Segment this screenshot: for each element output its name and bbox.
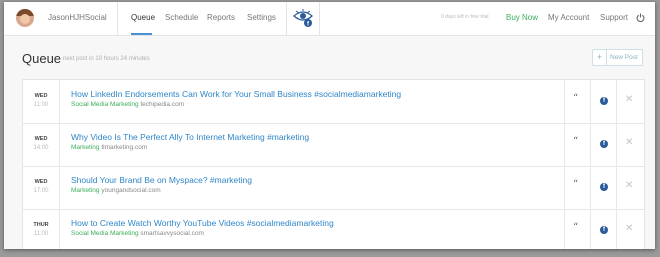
list-item: THUR 11:00 How to Create Watch Worthy Yo…	[23, 209, 644, 249]
post-day: THUR	[33, 222, 49, 228]
post-day: WED	[34, 136, 48, 142]
post-domain: tlmarketing.com	[101, 144, 148, 151]
page-title: Queue	[22, 51, 62, 66]
close-icon[interactable]: ✕	[625, 223, 633, 234]
nav-queue[interactable]: Queue	[131, 13, 155, 22]
new-post-button[interactable]: + New Post	[592, 49, 643, 66]
post-meta: Social Media Marketing techipedia.com	[71, 101, 184, 108]
list-item: WED 17:00 Should Your Brand Be on Myspac…	[23, 166, 644, 210]
divider	[319, 2, 320, 35]
post-meta: Social Media Marketing smartsavvysocial.…	[71, 230, 204, 237]
queue-list: WED 11:00 How LinkedIn Endorsements Can …	[22, 79, 645, 249]
nav-reports[interactable]: Reports	[207, 13, 235, 22]
quote-icon[interactable]: “	[573, 179, 578, 190]
power-icon[interactable]	[636, 13, 645, 22]
top-nav-bar: JasonHJHSocial Queue Schedule Reports Se…	[4, 2, 655, 36]
post-title[interactable]: Should Your Brand Be on Myspace? #market…	[71, 175, 252, 185]
post-actions: “ f ✕	[564, 80, 644, 123]
post-category[interactable]: Social Media Marketing	[71, 101, 139, 108]
post-domain: smartsavvysocial.com	[140, 230, 204, 237]
username[interactable]: JasonHJHSocial	[48, 13, 107, 22]
post-time: 17:00	[33, 188, 49, 194]
post-time: 11:00	[33, 102, 49, 108]
post-meta: Marketing youngandsocial.com	[71, 187, 161, 194]
quote-icon[interactable]: “	[573, 93, 578, 104]
close-icon[interactable]: ✕	[625, 137, 633, 148]
eye-logo-icon[interactable]: f	[293, 8, 313, 28]
facebook-icon[interactable]: f	[600, 226, 608, 234]
post-category[interactable]: Social Media Marketing	[71, 230, 139, 237]
post-day: WED	[34, 93, 48, 99]
app-window: JasonHJHSocial Queue Schedule Reports Se…	[4, 2, 655, 249]
facebook-icon[interactable]: f	[600, 183, 608, 191]
list-item: WED 11:00 How LinkedIn Endorsements Can …	[23, 80, 644, 124]
post-title[interactable]: How LinkedIn Endorsements Can Work for Y…	[71, 89, 401, 99]
divider	[117, 2, 118, 35]
quote-icon[interactable]: “	[573, 136, 578, 147]
divider	[286, 2, 287, 35]
schedule-cell: WED 11:00	[23, 80, 60, 123]
post-meta: Marketing tlmarketing.com	[71, 144, 147, 151]
post-domain: techipedia.com	[140, 101, 185, 108]
plus-icon: +	[593, 50, 607, 65]
post-time: 14:00	[33, 145, 49, 151]
new-post-label: New Post	[610, 54, 638, 61]
post-domain: youngandsocial.com	[101, 187, 161, 194]
post-day: WED	[34, 179, 48, 185]
close-icon[interactable]: ✕	[625, 180, 633, 191]
quote-icon[interactable]: “	[573, 222, 578, 233]
nav-active-indicator	[131, 33, 152, 35]
close-icon[interactable]: ✕	[625, 94, 633, 105]
post-title[interactable]: Why Video Is The Perfect Ally To Interne…	[71, 132, 309, 142]
nav-settings[interactable]: Settings	[247, 13, 276, 22]
avatar[interactable]	[16, 9, 34, 27]
trial-text: 0 days left in free trial	[441, 14, 489, 20]
list-item: WED 14:00 Why Video Is The Perfect Ally …	[23, 123, 644, 167]
post-title[interactable]: How to Create Watch Worthy YouTube Video…	[71, 218, 334, 228]
buy-now-link[interactable]: Buy Now	[506, 13, 538, 22]
post-actions: “ f ✕	[564, 166, 644, 209]
facebook-icon[interactable]: f	[600, 97, 608, 105]
schedule-cell: THUR 11:00	[23, 209, 60, 249]
post-actions: “ f ✕	[564, 123, 644, 166]
schedule-cell: WED 14:00	[23, 123, 60, 166]
post-category[interactable]: Marketing	[71, 187, 100, 194]
schedule-cell: WED 17:00	[23, 166, 60, 209]
support-link[interactable]: Support	[600, 13, 628, 22]
post-time: 11:00	[33, 231, 49, 237]
facebook-icon[interactable]: f	[600, 140, 608, 148]
post-actions: “ f ✕	[564, 209, 644, 249]
next-post-countdown: next post in 10 hours 24 minutes	[63, 56, 150, 62]
my-account-link[interactable]: My Account	[548, 13, 589, 22]
post-category[interactable]: Marketing	[71, 144, 100, 151]
nav-schedule[interactable]: Schedule	[165, 13, 198, 22]
